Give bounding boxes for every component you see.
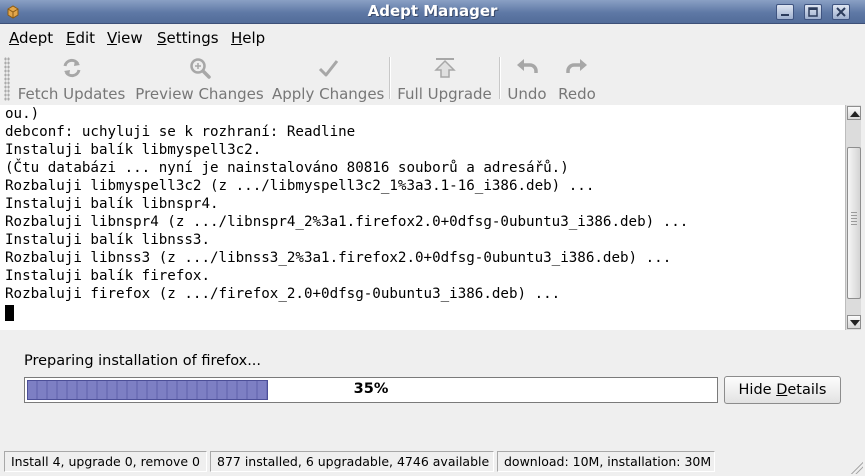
console-scrollbar[interactable] [845,105,861,330]
minimize-icon [781,14,789,16]
console-line: Instaluji balík libnss3. [5,232,210,248]
resize-grip[interactable] [851,462,863,474]
status-bar: Install 4, upgrade 0, remove 0 877 insta… [0,449,865,476]
menu-help[interactable]: Help [231,29,265,47]
console-line: ou.) [5,106,40,122]
refresh-icon [63,58,80,78]
fetch-updates-button[interactable]: Fetch Updates [16,56,127,103]
terminal-cursor [5,305,14,321]
menu-settings[interactable]: Settings [157,29,219,47]
progress-percent: 35% [353,381,389,397]
close-button[interactable] [832,4,850,20]
terminal-output[interactable]: ou.) debconf: uchyluji se k rozhraní: Re… [0,105,845,330]
toolbar-separator [389,57,391,99]
menu-adept[interactable]: Adept [9,29,53,47]
progress-bar: 35% [24,377,718,403]
console-line: Rozbaluji libmyspell3c2 (z .../libmyspel… [5,178,595,194]
console-line: Instaluji balík libnspr4. [5,196,219,212]
hide-details-label: Hide Details [738,382,827,398]
undo-label: Undo [507,85,547,103]
undo-icon [517,59,538,73]
scrollbar-thumb[interactable] [847,147,861,299]
toolbar-separator [499,57,501,99]
minimize-button[interactable] [776,4,794,20]
console-line: Rozbaluji libnss3 (z .../libnss3_2%3a1.f… [5,250,672,266]
menu-bar: Adept Edit View Settings Help [0,25,865,51]
magnifier-icon [189,58,211,79]
preview-changes-label: Preview Changes [135,85,264,103]
window-title: Adept Manager [367,2,498,20]
menu-view[interactable]: View [107,29,143,47]
redo-label: Redo [558,85,596,103]
close-icon [836,7,846,17]
console-line: Instaluji balík libmyspell3c2. [5,142,262,158]
full-upgrade-button[interactable]: Full Upgrade [396,56,493,103]
redo-button[interactable]: Redo [555,56,599,103]
status-changes: Install 4, upgrade 0, remove 0 [4,451,207,472]
checkmark-icon [318,60,338,77]
fetch-updates-label: Fetch Updates [17,85,126,103]
apply-changes-button[interactable]: Apply Changes [272,56,385,103]
scroll-up-button[interactable] [847,106,861,120]
console-line: Rozbaluji libnspr4 (z .../libnspr4_2%3a1… [5,214,689,230]
scroll-down-button[interactable] [847,315,861,329]
console-line: Instaluji balík firefox. [5,268,210,284]
arrow-down-icon [850,320,860,326]
progress-status-text: Preparing installation of firefox... [24,353,262,369]
preview-changes-button[interactable]: Preview Changes [135,56,264,103]
upgrade-arrow-icon [433,58,456,78]
console-line: debconf: uchyluji se k rozhraní: Readlin… [5,124,356,140]
console-line: (Čtu databázi ... nyní je nainstalováno … [5,160,569,176]
redo-icon [566,59,587,73]
hide-details-button[interactable]: Hide Details [724,376,841,404]
full-upgrade-label: Full Upgrade [397,85,492,103]
toolbar-grip-handle[interactable] [4,57,10,101]
toolbar: Fetch Updates Preview Changes Apply Chan… [0,51,865,105]
console-line: Rozbaluji firefox (z .../firefox_2.0+0df… [5,286,561,302]
apply-changes-label: Apply Changes [272,85,385,103]
title-bar[interactable]: Adept Manager [0,0,865,24]
arrow-up-icon [850,111,860,117]
status-sizes: download: 10M, installation: 30M [497,451,715,472]
maximize-button[interactable] [804,4,822,20]
menu-edit[interactable]: Edit [66,29,95,47]
undo-button[interactable]: Undo [505,56,549,103]
status-packages: 877 installed, 6 upgradable, 4746 availa… [210,451,494,472]
maximize-icon [808,7,818,17]
